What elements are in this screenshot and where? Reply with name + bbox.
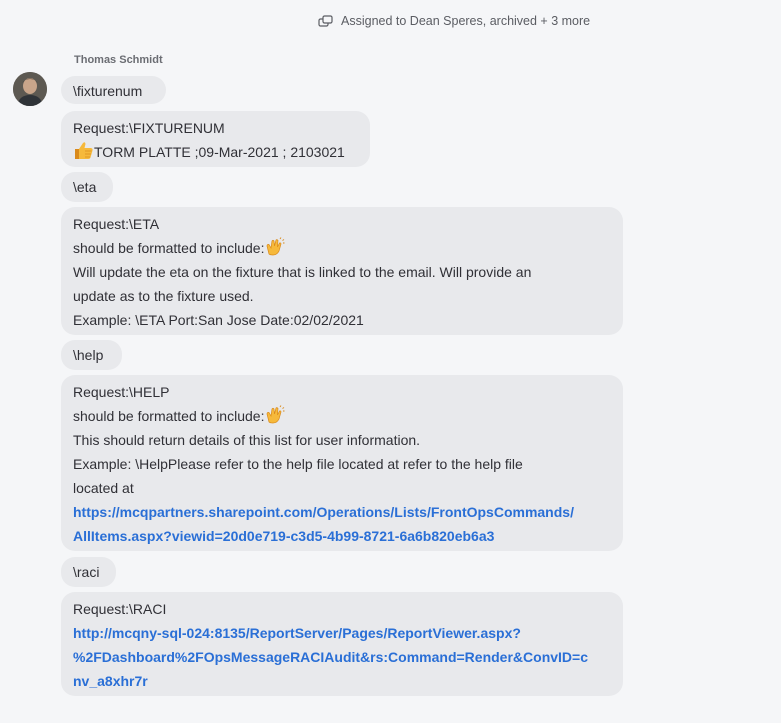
bubble-text: Request:\HELP xyxy=(73,384,170,400)
bubble-text: should be formatted to include: xyxy=(73,408,265,424)
message-bubble-raci-response[interactable]: Request:\RACI http://mcqny-sql-024:8135/… xyxy=(61,592,623,696)
report-viewer-link[interactable]: http://mcqny-sql-024:8135/ReportServer/P… xyxy=(73,621,611,645)
report-viewer-link-continued[interactable]: %2FDashboard%2FOpsMessageRACIAudit&rs:Co… xyxy=(73,645,611,669)
bubble-text: \fixturenum xyxy=(73,83,143,99)
bubble-text: \help xyxy=(73,347,104,363)
report-viewer-link-end[interactable]: nv_a8xhr7r xyxy=(73,669,611,693)
message-author: Thomas Schmidt xyxy=(74,54,163,66)
bubble-text: Example: \HelpPlease refer to the help f… xyxy=(73,456,523,472)
message-bubble-fixturenum-command[interactable]: \fixturenum xyxy=(61,76,166,104)
bubble-text: \eta xyxy=(73,179,97,195)
clapping-hands-emoji xyxy=(264,237,285,256)
avatar[interactable] xyxy=(13,72,47,106)
help-file-link-continued[interactable]: AllItems.aspx?viewid=20d0e719-c3d5-4b99-… xyxy=(73,524,611,548)
message-bubble-fixturenum-response[interactable]: Request:\FIXTURENUM TORM PLATTE ;09-Mar-… xyxy=(61,111,370,167)
bubble-text: Will update the eta on the fixture that … xyxy=(73,264,532,280)
bubble-text: \raci xyxy=(73,564,100,580)
bubble-text: Request:\ETA xyxy=(73,216,160,232)
message-bubble-help-response[interactable]: Request:\HELP should be formatted to inc… xyxy=(61,375,623,551)
bubble-text: update as to the fixture used. xyxy=(73,288,254,304)
assign-icon xyxy=(318,14,334,28)
bubble-text: TORM PLATTE ;09-Mar-2021 ; 2103021 xyxy=(94,144,345,160)
assignment-status[interactable]: Assigned to Dean Speres, archived + 3 mo… xyxy=(318,14,590,28)
help-file-link[interactable]: https://mcqpartners.sharepoint.com/Opera… xyxy=(73,500,611,524)
thumbs-up-emoji xyxy=(73,141,94,160)
bubble-text: Example: \ETA Port:San Jose Date:02/02/2… xyxy=(73,312,364,328)
bubble-text: Request:\RACI xyxy=(73,601,167,617)
bubble-text: located at xyxy=(73,480,134,496)
bubble-text: should be formatted to include: xyxy=(73,240,265,256)
message-bubble-eta-response[interactable]: Request:\ETA should be formatted to incl… xyxy=(61,207,623,335)
message-bubble-eta-command[interactable]: \eta xyxy=(61,172,113,202)
message-bubble-raci-command[interactable]: \raci xyxy=(61,557,116,587)
bubble-text: Request:\FIXTURENUM xyxy=(73,120,225,136)
message-bubble-help-command[interactable]: \help xyxy=(61,340,122,370)
bubble-text: This should return details of this list … xyxy=(73,432,421,448)
assignment-text: Assigned to Dean Speres, archived + 3 mo… xyxy=(341,14,591,28)
clapping-hands-emoji xyxy=(264,405,285,424)
